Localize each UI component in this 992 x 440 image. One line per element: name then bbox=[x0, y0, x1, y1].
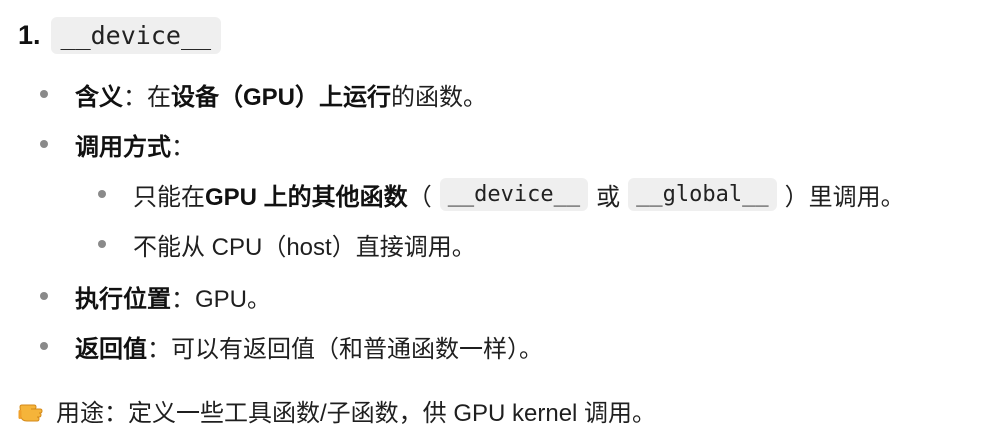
section-heading: 1. __device__ bbox=[18, 14, 222, 56]
list-item-meaning: 含义 ：在 设备（GPU）上运行 的函数。 bbox=[40, 76, 487, 112]
sub-list-item: 只能在 GPU 上的其他函数（__device__ 或 __global__ ）里调用… bbox=[98, 176, 905, 212]
bullet-icon bbox=[40, 90, 48, 98]
bullet-icon bbox=[98, 190, 106, 198]
pointing-hand-icon bbox=[18, 404, 43, 422]
item-text: 不能从 CPU（host）直接调用。 bbox=[133, 233, 476, 261]
item-text: 或 bbox=[596, 183, 621, 211]
item-text: ： bbox=[171, 133, 195, 161]
section-title-code: __device__ bbox=[50, 16, 222, 54]
list-item-exec: 执行位置 ：GPU。 bbox=[40, 278, 271, 314]
inline-code: __device__ bbox=[439, 177, 589, 211]
list-item-calling: 调用方式： bbox=[40, 126, 195, 162]
item-text: （ bbox=[407, 183, 432, 211]
item-label: 含义 bbox=[75, 83, 123, 111]
bullet-icon bbox=[40, 342, 48, 350]
sub-list-item: 不能从 CPU（host）直接调用。 bbox=[98, 226, 476, 262]
item-text: 的函数。 bbox=[391, 83, 488, 111]
item-text: 只能在 bbox=[133, 183, 205, 211]
purpose-line: 用途：定义一些工具函数/子函数，供 GPU kernel 调用。 bbox=[18, 392, 656, 428]
item-label: 调用方式 bbox=[75, 133, 171, 161]
item-text: ：可以有返回值（和普通函数一样）。 bbox=[147, 335, 543, 363]
item-text: ）里调用。 bbox=[784, 183, 905, 211]
item-emphasis: GPU 上的其他函数 bbox=[205, 183, 408, 211]
bullet-icon bbox=[40, 140, 48, 148]
purpose-text: 用途：定义一些工具函数/子函数，供 GPU kernel 调用。 bbox=[56, 399, 657, 427]
document: 1. __device__ 含义 ：在 设备（GPU）上运行 的函数。 调用方式：… bbox=[0, 0, 992, 440]
bullet-icon bbox=[98, 240, 106, 248]
item-emphasis: 设备（GPU）上运行 bbox=[171, 83, 392, 111]
item-label: 返回值 bbox=[75, 335, 147, 363]
section-number: 1. bbox=[18, 19, 41, 50]
item-label: 执行位置 bbox=[75, 285, 171, 313]
list-item-return: 返回值 ：可以有返回值（和普通函数一样）。 bbox=[40, 328, 543, 364]
inline-code: __global__ bbox=[628, 177, 777, 211]
item-text: ：在 bbox=[123, 83, 171, 111]
item-text: ：GPU。 bbox=[171, 285, 272, 313]
bullet-icon bbox=[40, 292, 48, 300]
